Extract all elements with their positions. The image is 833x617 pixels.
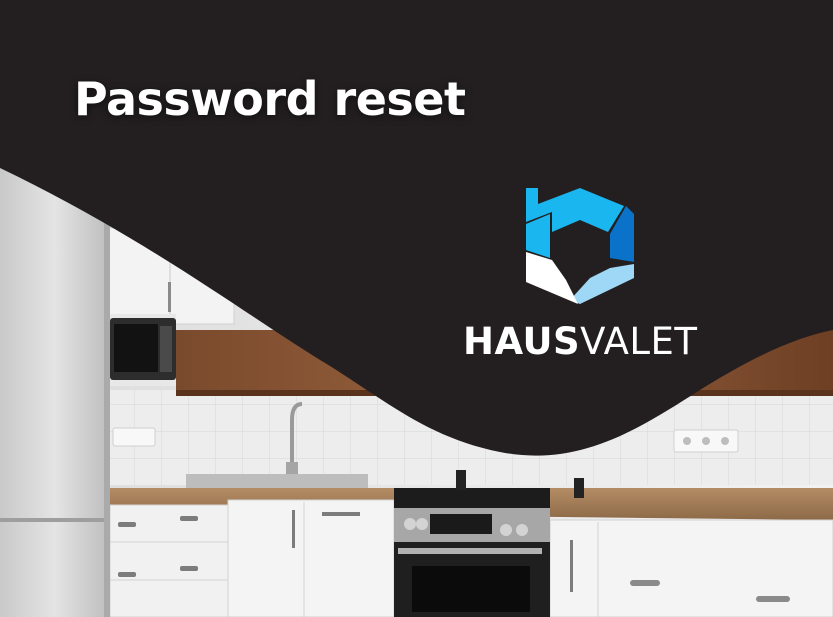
brand-wordmark: HAUSVALET [463, 318, 698, 366]
refrigerator [0, 150, 110, 617]
hausvalet-logo-icon [526, 188, 634, 304]
wall-sockets-left [112, 427, 156, 447]
password-reset-banner: Password reset HAUSVALET [0, 0, 833, 617]
brand-name-light: VALET [580, 320, 698, 363]
brand-name-bold: HAUS [463, 320, 581, 363]
microwave [108, 314, 176, 386]
page-title: Password reset [74, 72, 466, 126]
